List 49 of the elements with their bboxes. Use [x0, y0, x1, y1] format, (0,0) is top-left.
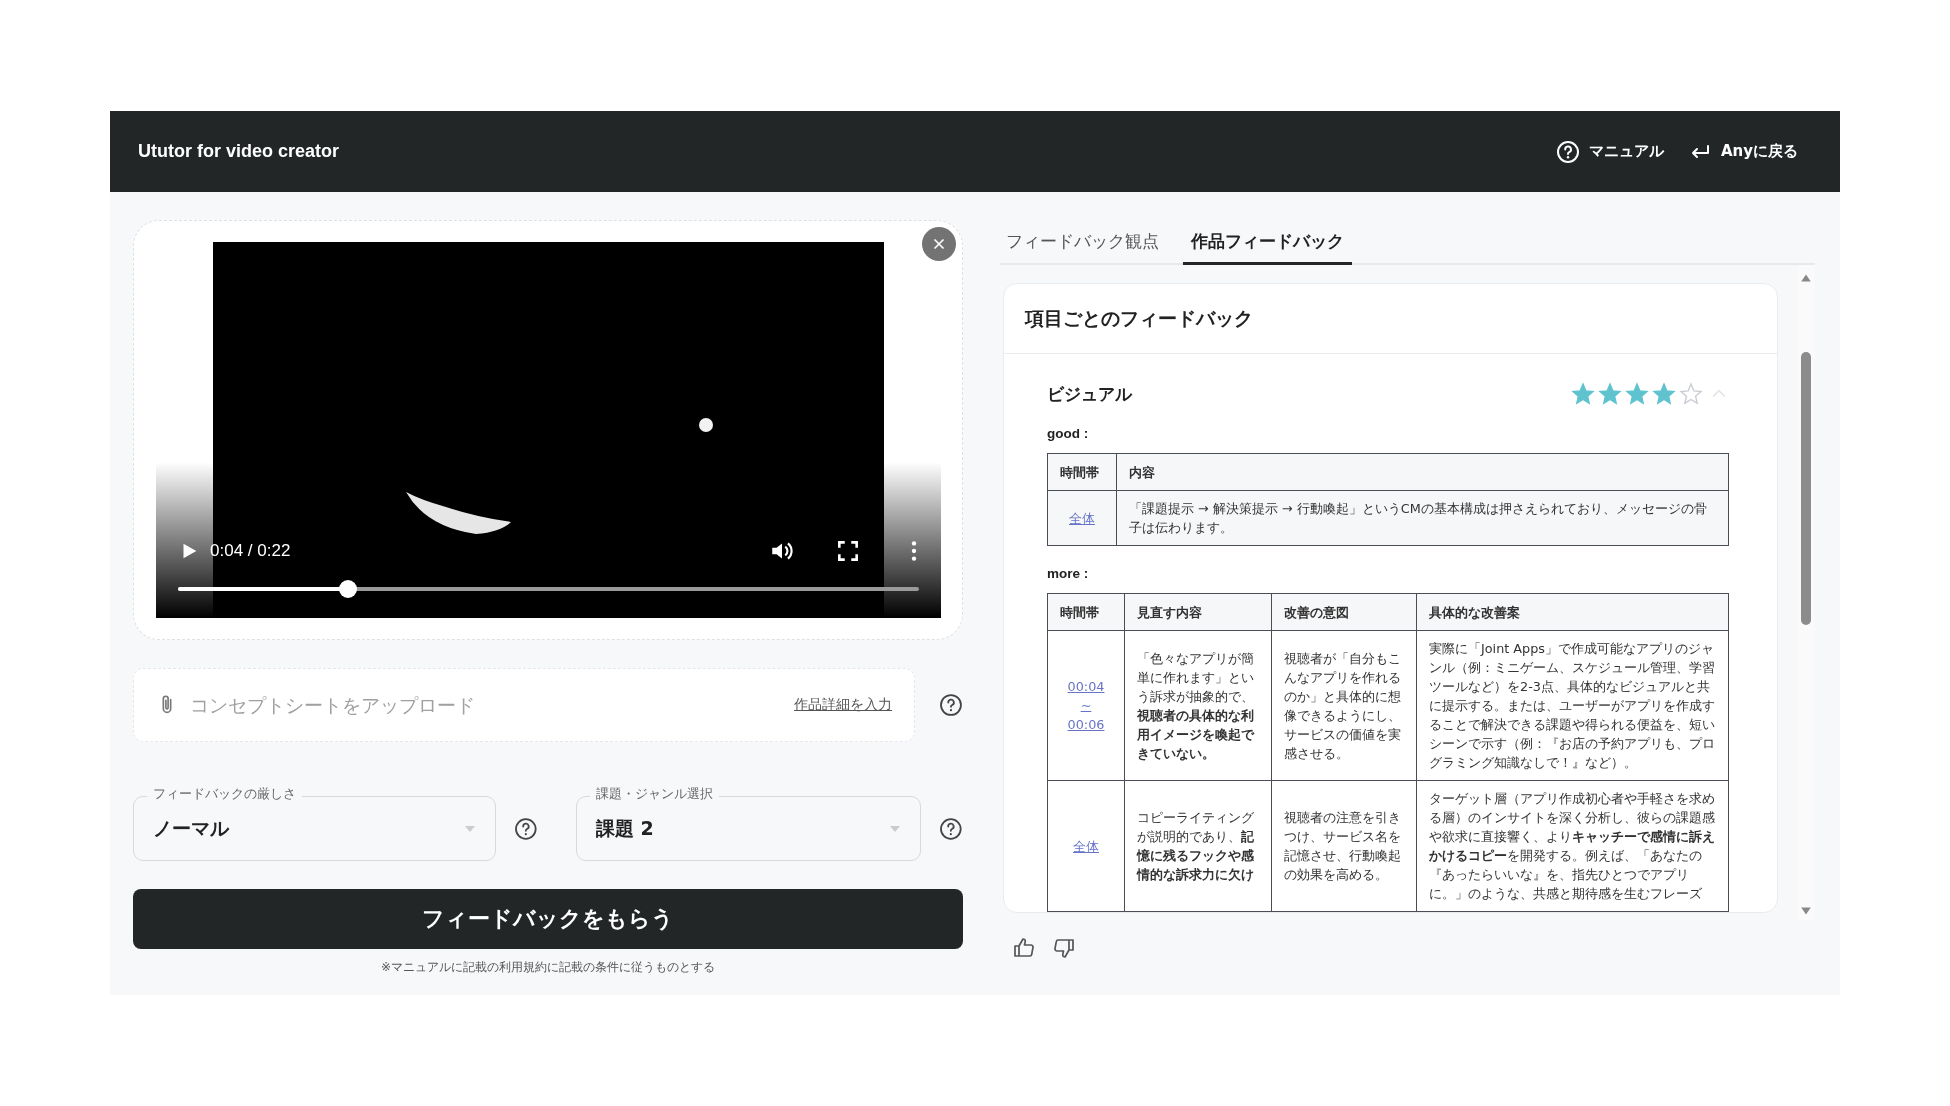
help-icon[interactable] [939, 693, 963, 717]
details-link[interactable]: 作品詳細を入力 [794, 696, 893, 714]
scroll-down-icon[interactable] [1800, 906, 1812, 916]
column-header: 具体的な改善案 [1416, 593, 1729, 631]
fullscreen-icon[interactable] [835, 538, 861, 564]
empty-star-icon [1679, 382, 1703, 406]
table-cell: コピーライティングが説明的であり、記憶に残るフックや感情的な訴求力に欠け [1137, 810, 1254, 882]
column-header: 見直す内容 [1124, 593, 1272, 631]
help-icon[interactable] [514, 816, 538, 841]
filled-star-icon [1625, 382, 1649, 406]
filled-star-icon [1598, 382, 1622, 406]
timestamp-link[interactable]: 全体 [1060, 836, 1112, 856]
table-cell: ターゲット層（アプリ作成初心者や手軽さを求める層）のインサイトを深く分析し、彼らの課題感や欲求に直接響く、よりキャッチーで感情に訴えかけるコピーを開発する。例えば、「あなたの『あったらいいな』を、指先ひとつでアプリに。」のような、共感と期待感を生むフレーズ [1429, 791, 1715, 901]
video-time: 0:04 / 0:22 [210, 541, 291, 561]
scrollbar-thumb[interactable] [1801, 352, 1811, 625]
table-cell: 「課題提示 → 解決策提示 → 行動喚起」というCMの基本構成は押さえられており、メッセージの骨子は伝わります。 [1129, 501, 1707, 535]
table-cell: 視聴者の注意を引きつけ、サービス名を記憶させ、行動喚起の効果を高める。 [1284, 810, 1401, 882]
select-label: 課題・ジャンル選択 [589, 786, 719, 803]
table-cell: 実際に「Joint Apps」で作成可能なアプリのジャンル（例：ミニゲーム、スケジュール管理、学習ツールなど）を2-3点、具体的なビジュアルと共に提示する。または、ユーザーがアプリを作成することで解決できる課題や得られる便益を、短いシーンで示す（例：『お店の予約アプリも、プログラミング知識なしで！』など）。 [1429, 641, 1715, 770]
progress-slider[interactable] [178, 580, 919, 598]
filled-star-icon [1571, 382, 1595, 406]
get-feedback-button[interactable]: フィードバックをもらう [133, 889, 963, 949]
column-header: 改善の意図 [1271, 593, 1417, 631]
header-link[interactable]: Anyに戻る [1687, 139, 1798, 164]
terms-note: ※マニュアルに記載の利用規約に記載の条件に従うものとする [379, 959, 717, 976]
filled-star-icon [1652, 382, 1676, 406]
table-label: more : [1047, 566, 1090, 581]
tab[interactable]: 作品フィードバック [1183, 220, 1352, 265]
card-title: 項目ごとのフィードバック [1004, 284, 1777, 354]
scroll-up-icon[interactable] [1800, 273, 1812, 283]
column-header: 内容 [1116, 453, 1729, 491]
column-header: 時間帯 [1047, 593, 1125, 631]
help-icon [1555, 139, 1580, 164]
table-cell: 視聴者が「自分もこんなアプリを作れるのか」と具体的に想像できるようにし、サービスの価値を実感させる。 [1284, 650, 1401, 761]
upload-field[interactable]: コンセプトシートをアップロード 作品詳細を入力 [133, 668, 916, 742]
tab[interactable]: フィードバック観点 [1000, 220, 1167, 265]
select-label: フィードバックの厳しさ [147, 786, 302, 803]
thumbs-up-icon[interactable] [1012, 936, 1036, 960]
column-header: 時間帯 [1047, 453, 1117, 491]
header-link[interactable]: マニュアル [1555, 139, 1664, 164]
app-title: Ututor for video creator [138, 141, 340, 162]
caret-icon [889, 824, 902, 833]
caret-icon [464, 824, 477, 833]
section-title: ビジュアル [1047, 382, 1134, 406]
close-button[interactable] [922, 227, 956, 261]
thumbs-down-icon[interactable] [1052, 936, 1076, 960]
table-label: good : [1047, 426, 1090, 441]
help-icon[interactable] [939, 816, 963, 841]
table-cell: 「色々なアプリが簡単に作れます」という訴求が抽象的で、視聴者の具体的な利用イメージを喚起できていない。 [1137, 650, 1254, 761]
